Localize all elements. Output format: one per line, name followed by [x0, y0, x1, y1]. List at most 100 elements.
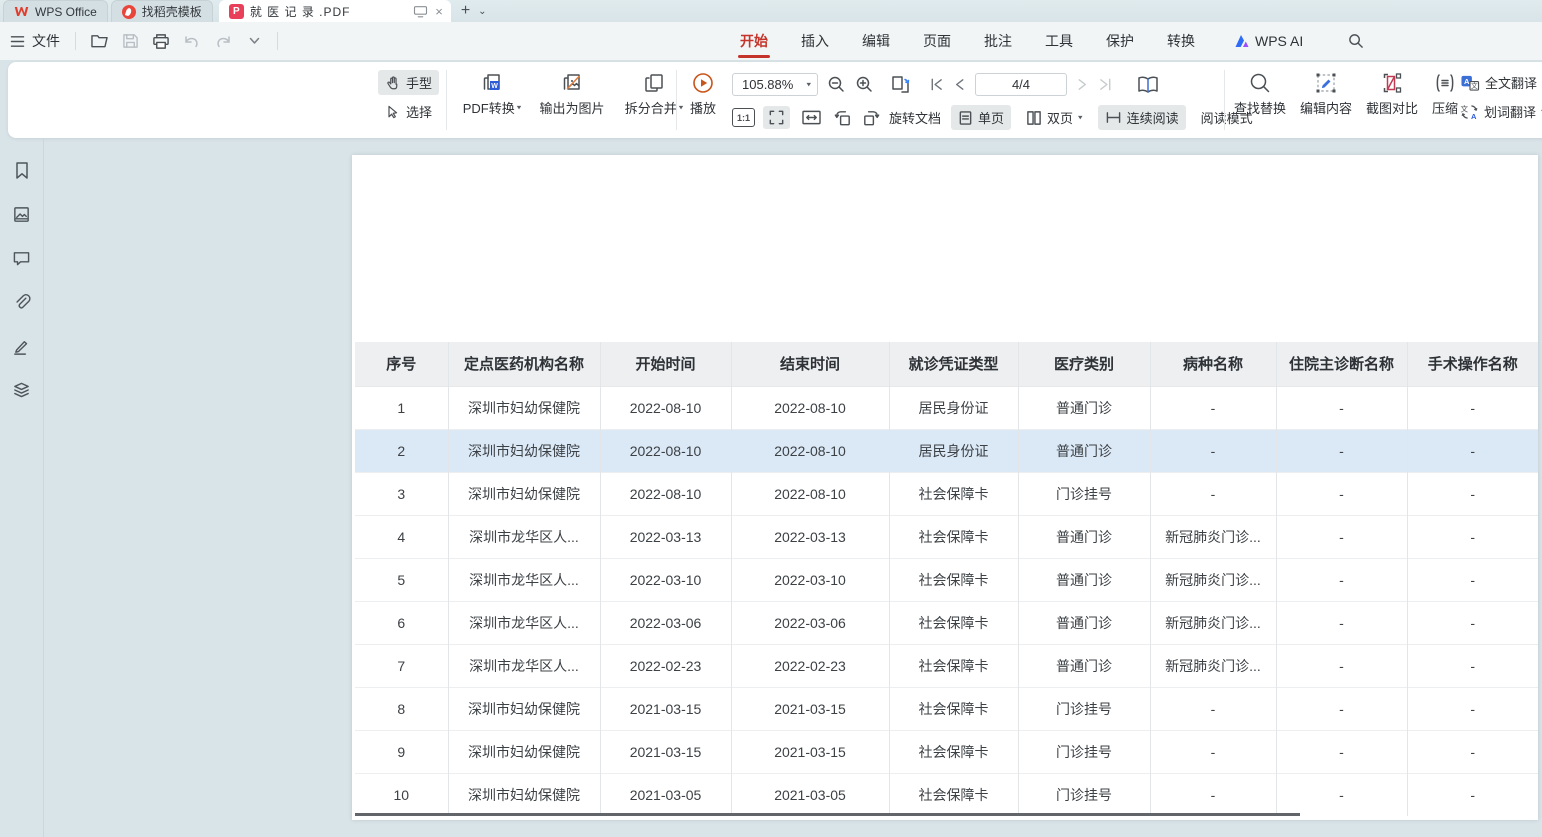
- table-cell: 2022-03-10: [731, 558, 889, 601]
- edit-content-button[interactable]: 编辑内容: [1300, 71, 1352, 117]
- attachments-panel-button[interactable]: [10, 290, 34, 314]
- table-cell: 新冠肺炎门诊...: [1150, 515, 1276, 558]
- table-cell: 社会保障卡: [889, 472, 1018, 515]
- menu-item-edit[interactable]: 编辑: [860, 22, 892, 60]
- redo-button[interactable]: [211, 29, 235, 53]
- select-tool-button[interactable]: 选择: [378, 99, 439, 124]
- full-text-translate-button[interactable]: A 文 全文翻译: [1460, 73, 1542, 92]
- first-page-button[interactable]: [929, 77, 944, 92]
- bookmarks-panel-button[interactable]: [10, 158, 34, 182]
- menu-item-insert[interactable]: 插入: [799, 22, 831, 60]
- actual-size-button[interactable]: 1:1: [732, 108, 755, 127]
- last-page-button[interactable]: [1098, 77, 1113, 92]
- divider: [277, 32, 278, 50]
- divider: [446, 70, 447, 130]
- hamburger-icon[interactable]: [10, 35, 25, 48]
- tab-list-chevron-icon[interactable]: ⌄: [478, 6, 486, 17]
- table-cell: -: [1150, 429, 1276, 472]
- next-page-button[interactable]: [1076, 77, 1089, 92]
- word-translate-icon: 文 A: [1460, 103, 1479, 121]
- single-page-button[interactable]: 单页: [951, 105, 1011, 130]
- layers-panel-button[interactable]: [10, 378, 34, 402]
- divider: [1224, 70, 1225, 130]
- print-button[interactable]: [149, 29, 173, 53]
- rotate-document-button[interactable]: 旋转文档: [889, 108, 941, 127]
- document-viewport[interactable]: 序号定点医药机构名称开始时间结束时间就诊凭证类型医疗类别病种名称住院主诊断名称手…: [45, 138, 1542, 837]
- table-cell: 1: [355, 386, 448, 429]
- table-cell: -: [1407, 601, 1538, 644]
- tab-label: WPS Office: [35, 5, 97, 19]
- table-cell: 8: [355, 687, 448, 730]
- table-cell: 新冠肺炎门诊...: [1150, 558, 1276, 601]
- table-row: 7深圳市龙华区人...2022-02-232022-02-23社会保障卡普通门诊…: [355, 644, 1538, 687]
- compress-icon: [1433, 71, 1457, 95]
- table-cell: 7: [355, 644, 448, 687]
- menu-item-page[interactable]: 页面: [921, 22, 953, 60]
- undo-redo-chevron-icon[interactable]: [242, 29, 266, 53]
- compress-button[interactable]: 压缩: [1432, 71, 1458, 117]
- menu-item-protect[interactable]: 保护: [1104, 22, 1136, 60]
- find-replace-button[interactable]: 查找替换: [1234, 71, 1286, 117]
- fit-width-button[interactable]: [798, 106, 825, 129]
- fit-page-button[interactable]: [763, 106, 790, 129]
- continuous-reading-button[interactable]: 连续阅读: [1098, 105, 1186, 130]
- menu-item-tools[interactable]: 工具: [1043, 22, 1075, 60]
- zoom-out-button[interactable]: [827, 75, 846, 94]
- window-tab-bar: WPS Office 找稻壳模板 P 就 医 记 录 .PDF × + ⌄: [0, 0, 1542, 22]
- word-translate-button[interactable]: 文 A 划词翻译 ▾: [1460, 102, 1542, 121]
- rotate-right-button[interactable]: [861, 108, 881, 128]
- zoom-level-select[interactable]: 105.88% ▾: [732, 73, 818, 96]
- table-header-cell: 序号: [355, 342, 448, 386]
- menu-search-icon[interactable]: [1344, 29, 1368, 53]
- previous-page-button[interactable]: [953, 77, 966, 92]
- table-cell: -: [1276, 472, 1407, 515]
- table-cell: 2021-03-15: [600, 730, 731, 773]
- table-header-cell: 开始时间: [600, 342, 731, 386]
- table-cell: 2022-08-10: [731, 429, 889, 472]
- tab-docer-template[interactable]: 找稻壳模板: [111, 0, 213, 22]
- wps-ai-button[interactable]: WPS AI: [1234, 33, 1303, 49]
- file-menu[interactable]: 文件: [32, 31, 60, 51]
- new-tab-button[interactable]: +: [461, 3, 470, 19]
- svg-text:A: A: [1464, 76, 1470, 85]
- comments-panel-button[interactable]: [10, 246, 34, 270]
- table-cell: -: [1276, 730, 1407, 773]
- read-mode-book-icon[interactable]: [1136, 74, 1160, 96]
- table-cell: 10: [355, 773, 448, 816]
- play-button[interactable]: 播放: [682, 71, 724, 117]
- double-page-button[interactable]: 双页 ▾: [1019, 105, 1090, 130]
- table-cell: 2022-08-10: [731, 386, 889, 429]
- table-cell: 2021-03-15: [731, 687, 889, 730]
- table-cell: 普通门诊: [1018, 515, 1150, 558]
- hand-tool-button[interactable]: 手型: [378, 70, 439, 95]
- open-file-button[interactable]: [87, 29, 111, 53]
- export-as-image-button[interactable]: 输出为图片: [534, 71, 610, 117]
- table-row: 10深圳市妇幼保健院2021-03-052021-03-05社会保障卡门诊挂号-…: [355, 773, 1538, 816]
- save-button[interactable]: [118, 29, 142, 53]
- tab-wps-office[interactable]: WPS Office: [3, 0, 108, 22]
- menu-item-convert[interactable]: 转换: [1165, 22, 1197, 60]
- pen-icon: [12, 337, 31, 356]
- tab-document[interactable]: P 就 医 记 录 .PDF ×: [219, 0, 451, 22]
- zoom-in-button[interactable]: [855, 75, 874, 94]
- table-cell: 2021-03-05: [731, 773, 889, 816]
- rotate-pages-button[interactable]: [889, 74, 912, 96]
- table-cell: 社会保障卡: [889, 644, 1018, 687]
- page-number-input[interactable]: [975, 73, 1067, 96]
- pdf-convert-button[interactable]: W PDF转换▾: [456, 71, 528, 117]
- ribbon-toolbar: 手型 选择 W PDF转换▾ 输出为图片: [8, 62, 1542, 138]
- table-row: 9深圳市妇幼保健院2021-03-152021-03-15社会保障卡门诊挂号--…: [355, 730, 1538, 773]
- menu-item-home[interactable]: 开始: [738, 22, 770, 60]
- menu-item-annotate[interactable]: 批注: [982, 22, 1014, 60]
- screenshot-compare-button[interactable]: 截图对比: [1366, 71, 1418, 117]
- rotate-left-button[interactable]: [833, 108, 853, 128]
- close-tab-icon[interactable]: ×: [435, 5, 443, 18]
- signature-panel-button[interactable]: [10, 334, 34, 358]
- table-cell: 2022-03-06: [600, 601, 731, 644]
- table-header-cell: 住院主诊断名称: [1276, 342, 1407, 386]
- thumbnails-panel-button[interactable]: [10, 202, 34, 226]
- monitor-icon[interactable]: [413, 5, 428, 18]
- split-merge-button[interactable]: 拆分合并▾: [616, 71, 692, 117]
- tab-label: 找稻壳模板: [142, 3, 202, 20]
- undo-button[interactable]: [180, 29, 204, 53]
